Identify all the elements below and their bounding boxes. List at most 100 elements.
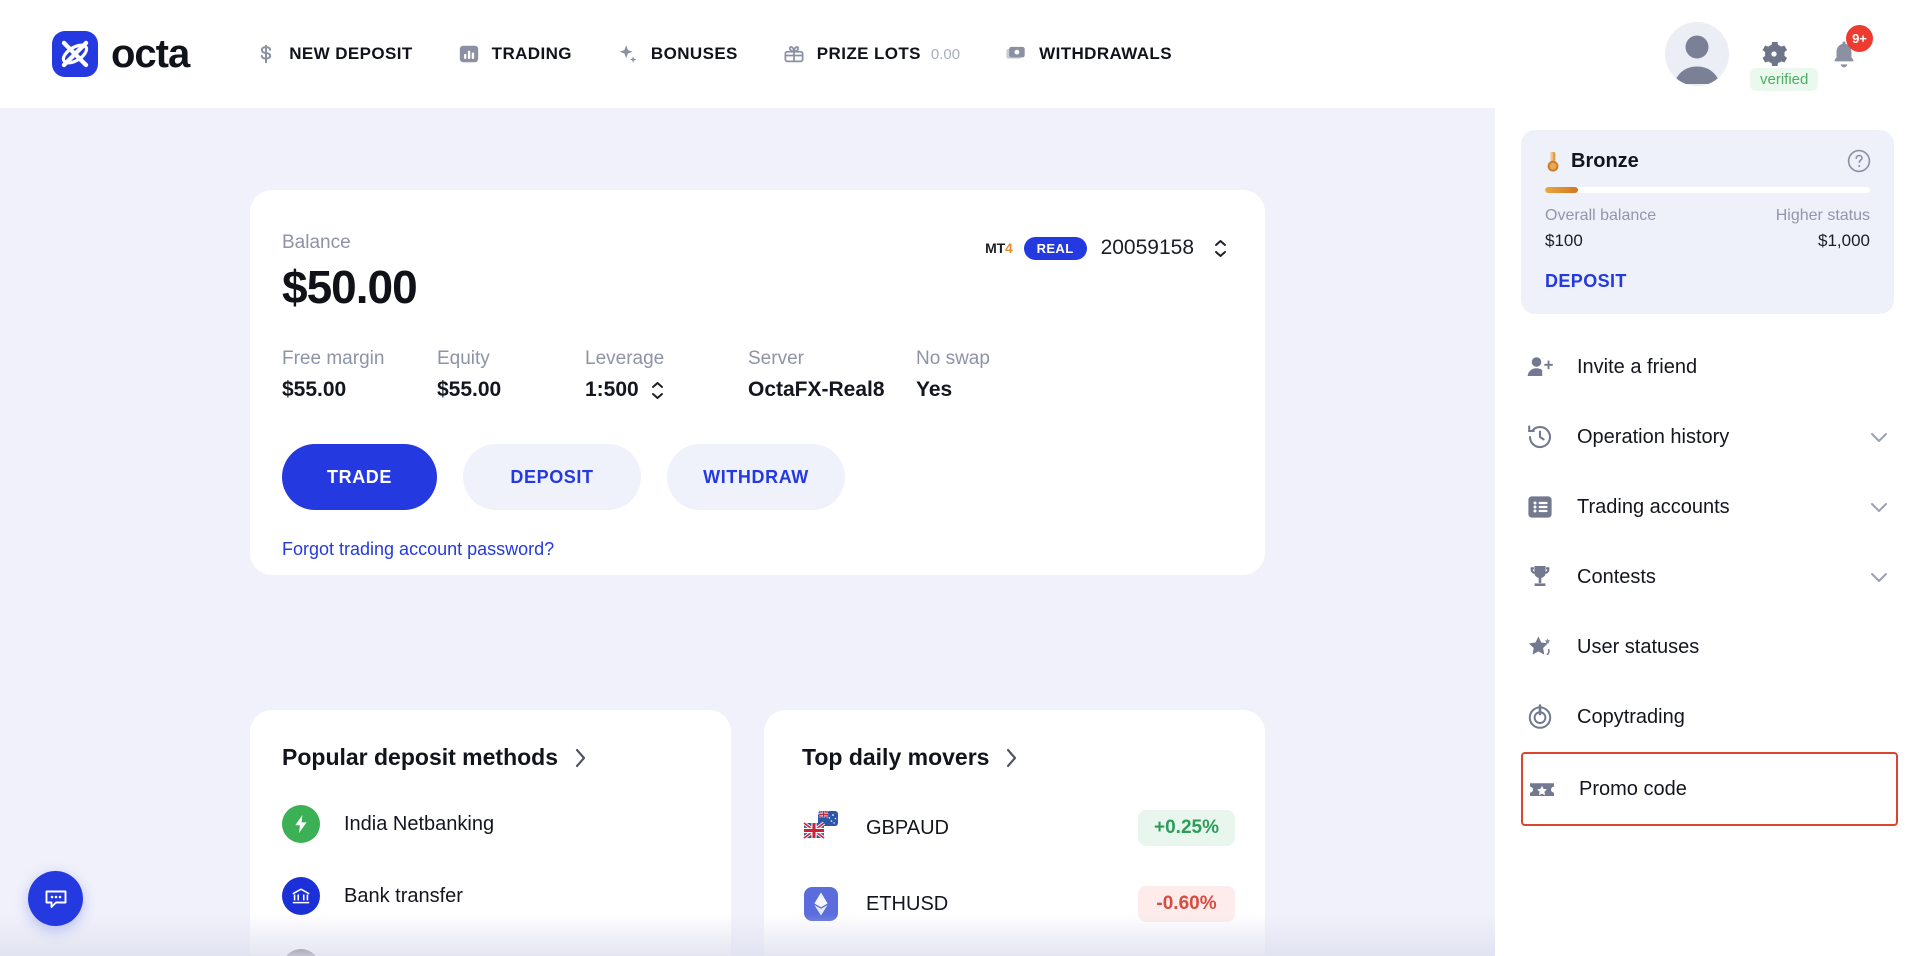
sidebar-item-operation-history[interactable]: Operation history xyxy=(1495,402,1920,472)
account-actions: TRADE DEPOSIT WITHDRAW xyxy=(282,444,1265,510)
sidebar-item-label: Invite a friend xyxy=(1577,355,1698,378)
nav-item-prize-lots[interactable]: PRIZE LOTS 0.00 xyxy=(783,43,960,65)
stat-no-swap: No swap Yes xyxy=(916,348,1076,402)
bank-icon xyxy=(282,877,320,915)
sidebar-menu: Invite a friend Operation history Tradin… xyxy=(1495,332,1920,826)
app-root: octa NEW DEPOSIT TRADING BONUSES PRIZE L… xyxy=(0,0,1920,956)
brand-name: octa xyxy=(111,32,190,76)
lightning-bolt-icon xyxy=(282,805,320,843)
stat-value: Yes xyxy=(916,378,953,401)
gift-icon xyxy=(783,43,805,65)
deposit-methods-header[interactable]: Popular deposit methods xyxy=(282,744,701,771)
gbp-aud-flags-icon xyxy=(802,809,840,847)
mover-item[interactable]: ETHUSD -0.60% xyxy=(802,885,1235,923)
mover-symbol: ETHUSD xyxy=(866,892,949,915)
deposit-method-label: Bank transfer xyxy=(344,884,463,907)
star-icon xyxy=(1525,632,1555,662)
higher-status-value: $1,000 xyxy=(1818,231,1870,250)
nav-label: TRADING xyxy=(491,44,572,63)
nav-label: WITHDRAWALS xyxy=(1039,44,1172,63)
nav-item-new-deposit[interactable]: NEW DEPOSIT xyxy=(255,43,412,65)
sidebar-item-label: Operation history xyxy=(1577,425,1730,448)
account-switch-stepper-icon[interactable] xyxy=(1214,239,1227,258)
stat-value-row: 1:500 xyxy=(585,378,748,402)
history-clock-icon xyxy=(1525,422,1555,452)
withdraw-button[interactable]: WITHDRAW xyxy=(667,444,845,510)
stat-free-margin: Free margin $55.00 xyxy=(282,348,437,402)
person-add-icon xyxy=(1525,352,1555,382)
nav-item-bonuses[interactable]: BONUSES xyxy=(617,43,738,65)
mover-symbol: GBPAUD xyxy=(866,816,949,839)
sidebar-item-promo-code[interactable]: Promo code xyxy=(1521,752,1898,826)
chevron-down-icon[interactable] xyxy=(1870,502,1888,513)
leverage-stepper-icon[interactable] xyxy=(651,381,664,400)
account-stats: Free margin $55.00 Equity $55.00 Leverag… xyxy=(282,348,1265,402)
account-number: 20059158 xyxy=(1100,236,1194,259)
higher-status-label: Higher status xyxy=(1775,207,1870,224)
main-content: Balance $50.00 MT4 REAL 20059158 Free ma… xyxy=(0,108,1495,956)
sidebar-item-copytrading[interactable]: Copytrading xyxy=(1495,682,1920,752)
deposit-method-label: India Netbanking xyxy=(344,812,495,835)
power-target-icon xyxy=(1525,702,1555,732)
chat-support-button[interactable] xyxy=(28,871,83,926)
account-selector[interactable]: MT4 REAL 20059158 xyxy=(985,236,1227,260)
deposit-method-item[interactable]: Bank transfer xyxy=(282,877,701,915)
nav-label: NEW DEPOSIT xyxy=(289,44,413,63)
overall-balance-label: Overall balance xyxy=(1545,207,1657,224)
octa-logo-icon xyxy=(52,31,98,77)
status-badge-verified: verified xyxy=(1750,68,1819,91)
sidebar-item-label: Promo code xyxy=(1579,777,1687,800)
question-mark-icon[interactable] xyxy=(1846,148,1872,174)
trade-button[interactable]: TRADE xyxy=(282,444,437,510)
deposit-button[interactable]: DEPOSIT xyxy=(463,444,641,510)
chevron-right-icon xyxy=(574,748,587,768)
status-progress-bar xyxy=(1545,187,1870,193)
status-progress-fill xyxy=(1545,187,1578,193)
sidebar-deposit-link[interactable]: DEPOSIT xyxy=(1545,271,1870,292)
deposit-method-item[interactable]: India Netbanking xyxy=(282,805,701,843)
gear-icon[interactable] xyxy=(1758,38,1790,70)
chevron-right-icon xyxy=(1005,748,1018,768)
forgot-password-link[interactable]: Forgot trading account password? xyxy=(282,539,1265,560)
sidebar-item-user-statuses[interactable]: User statuses xyxy=(1495,612,1920,682)
balance-card: Balance $50.00 MT4 REAL 20059158 Free ma… xyxy=(250,190,1265,575)
stat-label: Free margin xyxy=(282,348,385,369)
sidebar-item-label: Copytrading xyxy=(1577,705,1685,728)
sidebar-item-label: Contests xyxy=(1577,565,1656,588)
sidebar-item-invite-a-friend[interactable]: Invite a friend xyxy=(1495,332,1920,402)
sidebar-item-label: User statuses xyxy=(1577,635,1700,658)
sidebar-item-trading-accounts[interactable]: Trading accounts xyxy=(1495,472,1920,542)
popular-deposit-methods-card: Popular deposit methods India Netbanking xyxy=(250,710,731,956)
stat-server: Server OctaFX-Real8 xyxy=(748,348,916,402)
medal-icon xyxy=(1545,151,1561,173)
nav-label: BONUSES xyxy=(650,44,738,63)
stat-label: Server xyxy=(748,348,804,369)
nav-label: PRIZE LOTS xyxy=(816,44,921,63)
list-box-icon xyxy=(1525,492,1555,522)
brand-logo[interactable]: octa xyxy=(52,31,190,77)
sidebar-item-contests[interactable]: Contests xyxy=(1495,542,1920,612)
stat-equity: Equity $55.00 xyxy=(437,348,585,402)
header-right-group: verified 9+ xyxy=(1220,0,1920,108)
top-movers-header[interactable]: Top daily movers xyxy=(802,744,1235,771)
stat-leverage: Leverage 1:500 xyxy=(585,348,748,402)
nav-item-withdrawals[interactable]: WITHDRAWALS xyxy=(1005,43,1172,65)
sparkle-icon xyxy=(617,43,639,65)
nav-item-trading[interactable]: TRADING xyxy=(458,43,572,65)
overall-balance-block: Overall balance $100 xyxy=(1545,207,1656,251)
stat-label: No swap xyxy=(916,348,990,369)
trophy-icon xyxy=(1525,562,1555,592)
banknotes-icon xyxy=(1005,43,1027,65)
avatar[interactable] xyxy=(1665,22,1729,86)
deposit-method-item[interactable]: UPI xyxy=(282,949,701,956)
notification-count-badge: 9+ xyxy=(1846,25,1873,52)
chevron-down-icon[interactable] xyxy=(1870,432,1888,443)
main-nav: NEW DEPOSIT TRADING BONUSES PRIZE LOTS 0… xyxy=(255,43,1217,65)
top-header: octa NEW DEPOSIT TRADING BONUSES PRIZE L… xyxy=(0,0,1920,108)
user-status-card: Bronze Overall balance $100 Higher statu… xyxy=(1521,130,1894,314)
stat-value: $55.00 xyxy=(437,378,502,401)
chevron-down-icon[interactable] xyxy=(1870,572,1888,583)
dollar-icon xyxy=(255,43,277,65)
mover-item[interactable]: GBPAUD +0.25% xyxy=(802,809,1235,847)
card-title: Top daily movers xyxy=(802,744,990,770)
